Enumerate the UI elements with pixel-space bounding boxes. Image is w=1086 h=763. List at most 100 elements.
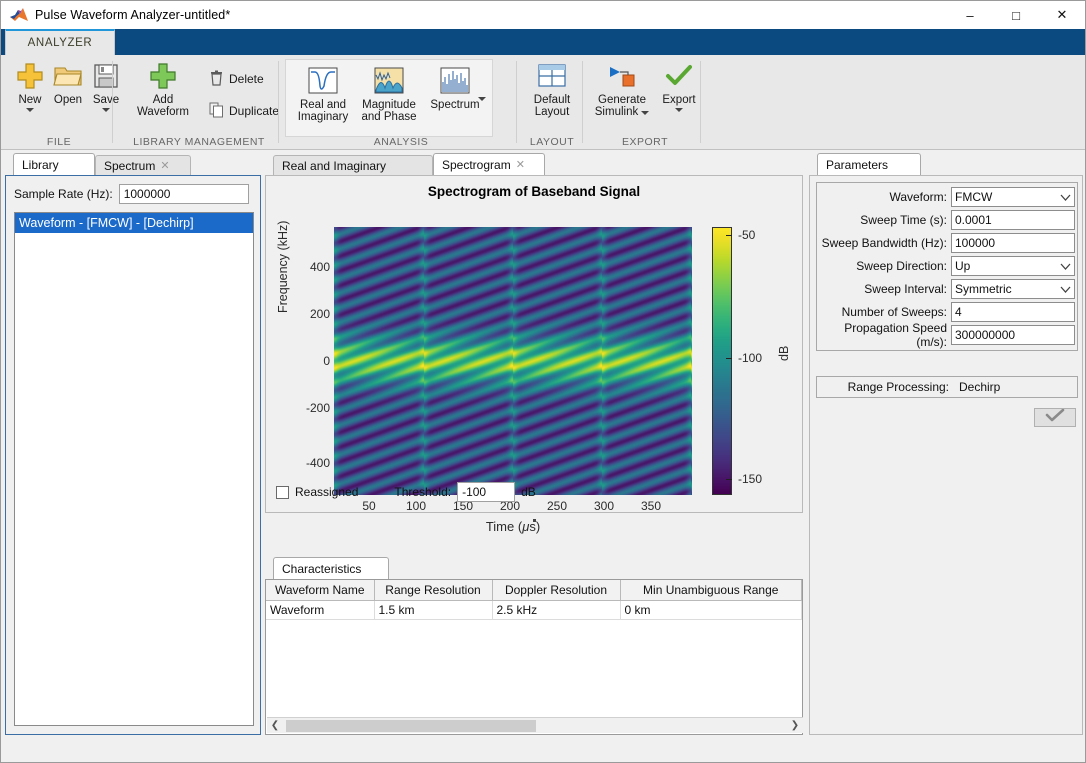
- chevron-down-icon[interactable]: [1056, 194, 1074, 201]
- group-label-analysis: ANALYSIS: [285, 136, 517, 148]
- magnitude-and-phase-label-2: and Phase: [362, 111, 417, 123]
- table-row[interactable]: Waveform 1.5 km 2.5 kHz 0 km: [266, 600, 802, 619]
- param-row-sweep-time: Sweep Time (s): 0.0001: [819, 209, 1075, 231]
- new-label: New: [18, 94, 41, 106]
- export-label: Export: [662, 94, 695, 106]
- sweep-bandwidth-value: 100000: [955, 236, 995, 250]
- range-processing-row: Range Processing: Dechirp: [816, 376, 1078, 398]
- param-row-propagation-speed: Propagation Speed (m/s): 300000000: [819, 324, 1075, 346]
- check-export-icon: [664, 59, 694, 93]
- sweep-time-input[interactable]: 0.0001: [951, 210, 1075, 230]
- real-and-imaginary-button[interactable]: Real and Imaginary: [290, 63, 356, 123]
- param-row-sweep-direction: Sweep Direction: Up: [819, 255, 1075, 277]
- gallery-more-icon[interactable]: [475, 90, 489, 108]
- threshold-input[interactable]: [457, 482, 515, 502]
- close-button[interactable]: ✕: [1039, 1, 1085, 29]
- maximize-button[interactable]: □: [993, 1, 1039, 29]
- default-layout-label-1: Default: [534, 94, 570, 106]
- scroll-left-arrow-icon[interactable]: ❮: [267, 720, 283, 731]
- spectrogram-controls: Reassigned Threshold: dB: [276, 482, 536, 502]
- param-row-sweep-bandwidth: Sweep Bandwidth (Hz): 100000: [819, 232, 1075, 254]
- waveform-listbox[interactable]: Waveform - [FMCW] - [Dechirp]: [14, 212, 254, 726]
- sweep-time-value: 0.0001: [955, 213, 992, 227]
- add-waveform-label-2: Waveform: [137, 106, 189, 118]
- spectrogram-image[interactable]: [334, 227, 692, 495]
- number-of-sweeps-label: Number of Sweeps:: [819, 305, 951, 319]
- waveform-select[interactable]: FMCW: [951, 187, 1075, 207]
- scrollbar-track[interactable]: [283, 719, 787, 733]
- sweep-time-label: Sweep Time (s):: [819, 213, 951, 227]
- chevron-down-icon[interactable]: [1056, 263, 1074, 270]
- new-icon: [15, 59, 45, 93]
- sweep-bandwidth-input[interactable]: 100000: [951, 233, 1075, 253]
- sample-rate-label: Sample Rate (Hz):: [14, 187, 113, 201]
- colorbar-tickmark: [726, 235, 732, 236]
- sweep-interval-select[interactable]: Symmetric: [951, 279, 1075, 299]
- group-label-file: FILE: [5, 136, 113, 148]
- number-of-sweeps-value: 4: [955, 305, 962, 319]
- new-caret-icon[interactable]: [26, 108, 34, 112]
- tab-spectrum[interactable]: Spectrum ✕: [95, 155, 191, 175]
- matlab-icon: [9, 6, 29, 24]
- ribbon-group-analysis: Real and Imaginary Magnitude and Phase: [285, 55, 517, 150]
- tab-parameters[interactable]: Parameters: [817, 153, 921, 175]
- column-header[interactable]: Range Resolution: [374, 580, 492, 600]
- characteristics-tab-strip: Characteristics: [265, 557, 803, 579]
- colorbar-label: dB: [777, 346, 791, 361]
- delete-label: Delete: [229, 72, 264, 86]
- sample-rate-input[interactable]: [119, 184, 249, 204]
- scroll-right-arrow-icon[interactable]: ❯: [787, 720, 803, 731]
- duplicate-button[interactable]: Duplicate: [205, 99, 283, 123]
- title-bar: Pulse Waveform Analyzer-untitled* – □ ✕: [1, 1, 1085, 29]
- add-waveform-button[interactable]: Add Waveform: [133, 59, 193, 118]
- sweep-interval-label: Sweep Interval:: [819, 282, 951, 296]
- delete-button[interactable]: Delete: [205, 67, 268, 91]
- default-layout-button[interactable]: Default Layout: [527, 59, 577, 118]
- column-header[interactable]: Waveform Name: [266, 580, 374, 600]
- column-header[interactable]: Doppler Resolution: [492, 580, 620, 600]
- export-button[interactable]: Export: [657, 59, 701, 112]
- save-caret-icon[interactable]: [102, 108, 110, 112]
- x-tick: 250: [537, 499, 577, 513]
- tab-real-and-imaginary[interactable]: Real and Imaginary: [273, 155, 433, 175]
- range-processing-label: Range Processing:: [817, 380, 959, 394]
- spectrum-plot-icon: [439, 63, 471, 99]
- tab-characteristics[interactable]: Characteristics: [273, 557, 389, 579]
- sweep-direction-select[interactable]: Up: [951, 256, 1075, 276]
- colorbar-tickmark: [726, 358, 732, 359]
- close-icon[interactable]: ✕: [160, 159, 169, 172]
- column-header[interactable]: Min Unambiguous Range: [620, 580, 802, 600]
- apply-button[interactable]: [1034, 408, 1076, 427]
- plus-icon: [149, 59, 177, 93]
- horizontal-splitter[interactable]: [265, 516, 803, 524]
- propagation-speed-input[interactable]: 300000000: [951, 325, 1075, 345]
- spectrum-label: Spectrum: [430, 99, 479, 111]
- number-of-sweeps-input[interactable]: 4: [951, 302, 1075, 322]
- sweep-direction-value: Up: [955, 259, 970, 273]
- chevron-down-icon[interactable]: [1056, 286, 1074, 293]
- table-header-row: Waveform Name Range Resolution Doppler R…: [266, 580, 802, 600]
- colorbar-tick: -100: [738, 351, 762, 365]
- tab-library[interactable]: Library: [13, 153, 95, 175]
- sweep-direction-label: Sweep Direction:: [819, 259, 951, 273]
- list-item[interactable]: Waveform - [FMCW] - [Dechirp]: [15, 213, 253, 233]
- cell-min-unambiguous-range: 0 km: [620, 600, 802, 619]
- tab-spectrogram[interactable]: Spectrogram ✕: [433, 153, 545, 175]
- colorbar-tickmark: [726, 479, 732, 480]
- tab-library-label: Library: [22, 158, 59, 172]
- minimize-button[interactable]: –: [947, 1, 993, 29]
- export-caret-icon[interactable]: [675, 108, 683, 112]
- window-controls: – □ ✕: [947, 1, 1085, 29]
- close-icon[interactable]: ✕: [516, 158, 525, 171]
- scrollbar-thumb[interactable]: [286, 720, 536, 732]
- realimag-plot-icon: [307, 63, 339, 99]
- colorbar: [712, 227, 732, 495]
- spectrogram-axes: Frequency (kHz) 400 200 0 -200 -400 50 1…: [334, 227, 692, 495]
- reassigned-checkbox[interactable]: [276, 486, 289, 499]
- table-horizontal-scrollbar[interactable]: ❮ ❯: [267, 717, 803, 733]
- generate-simulink-button[interactable]: Generate Simulink: [591, 59, 653, 118]
- real-and-imaginary-label-2: Imaginary: [298, 111, 349, 123]
- magnitude-and-phase-button[interactable]: Magnitude and Phase: [356, 63, 422, 123]
- tab-parameters-label: Parameters: [826, 158, 888, 172]
- tab-analyzer[interactable]: ANALYZER: [5, 29, 115, 55]
